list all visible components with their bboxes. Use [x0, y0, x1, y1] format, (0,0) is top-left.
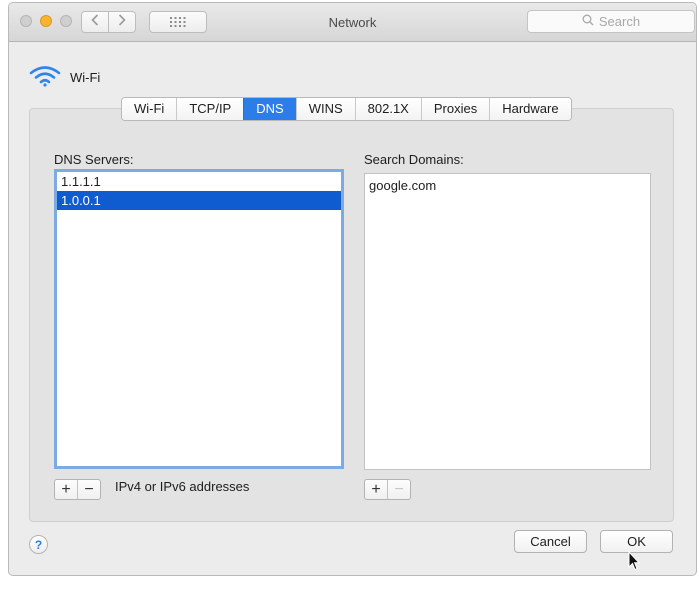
- search-placeholder: Search: [598, 14, 641, 29]
- interface-name: Wi-Fi: [70, 70, 101, 85]
- add-dns-server-button[interactable]: +: [55, 480, 77, 499]
- dns-server-row[interactable]: 1.1.1.1: [57, 172, 341, 191]
- interface-header: Wi-Fi: [29, 65, 100, 90]
- search-domains-buttons: + −: [364, 479, 411, 500]
- add-search-domain-button[interactable]: +: [365, 480, 387, 499]
- tab-8021x[interactable]: 802.1X: [354, 98, 421, 120]
- dns-panel: DNS Servers: Search Domains: 1.1.1.1 1.0…: [29, 108, 674, 522]
- wifi-icon: [29, 65, 61, 90]
- search-icon: [582, 14, 594, 29]
- search-domains-list[interactable]: google.com: [364, 173, 651, 470]
- tab-wifi[interactable]: Wi-Fi: [122, 98, 177, 120]
- tab-hardware[interactable]: Hardware: [489, 98, 571, 120]
- dns-servers-list[interactable]: 1.1.1.1 1.0.0.1: [54, 169, 344, 469]
- help-button[interactable]: ?: [29, 535, 48, 554]
- search-field[interactable]: Search: [527, 10, 695, 33]
- dns-servers-buttons: + −: [54, 479, 101, 500]
- remove-dns-server-button[interactable]: −: [77, 480, 100, 499]
- ok-button[interactable]: OK: [600, 530, 673, 553]
- tab-bar: Wi-Fi TCP/IP DNS WINS 802.1X Proxies Har…: [121, 97, 572, 121]
- search-domains-label: Search Domains:: [364, 152, 464, 167]
- search-domain-row[interactable]: google.com: [365, 176, 650, 195]
- dns-hint: IPv4 or IPv6 addresses: [115, 479, 250, 494]
- remove-search-domain-button[interactable]: −: [387, 480, 410, 499]
- tab-tcpip[interactable]: TCP/IP: [176, 98, 244, 120]
- cancel-button[interactable]: Cancel: [514, 530, 587, 553]
- tab-wins[interactable]: WINS: [295, 98, 355, 120]
- dns-servers-label: DNS Servers:: [54, 152, 134, 167]
- mouse-pointer-icon: [628, 550, 641, 574]
- title-bar: Network Search: [9, 3, 696, 42]
- dns-server-row[interactable]: 1.0.0.1: [57, 191, 341, 210]
- network-window: Network Search Wi-Fi Wi-Fi TCP/IP DNS WI…: [8, 2, 697, 576]
- tab-dns[interactable]: DNS: [243, 98, 296, 120]
- tab-proxies[interactable]: Proxies: [420, 98, 490, 120]
